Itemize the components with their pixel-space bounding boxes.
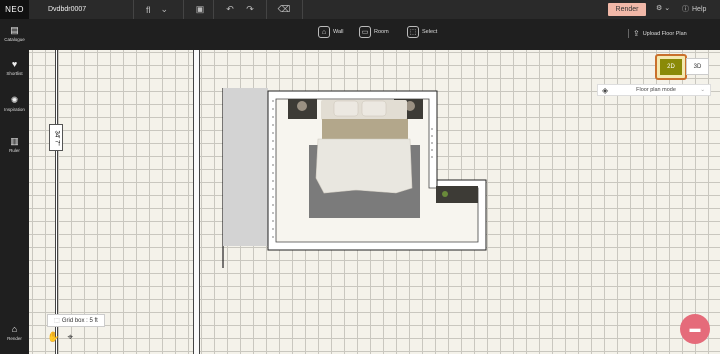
chat-icon: ▬ (689, 323, 701, 335)
bed-runner (322, 119, 408, 139)
grid-box-label: Grid box : 5 ft (61, 317, 98, 324)
view-2d-label: 2D (660, 59, 682, 75)
corridor-area[interactable] (223, 88, 268, 246)
floor-plan-drawing (222, 88, 487, 268)
chevron-down-icon: ⌄ (700, 87, 705, 93)
mode-label: Floor plan mode (636, 87, 676, 93)
view-2d-button[interactable]: 2D (655, 54, 687, 80)
lamp-left (297, 101, 307, 111)
grid-box-indicator[interactable]: ⬚ Grid box : 5 ft (47, 314, 105, 327)
pillow (361, 100, 387, 117)
chat-button[interactable]: ▬ (680, 314, 710, 344)
pan-hand-icon[interactable]: ✋ (47, 332, 59, 343)
pillow (333, 100, 359, 117)
layers-icon: ◈ (602, 85, 609, 95)
canvas-tools: ✋ ⌖ (47, 332, 73, 343)
plant (442, 191, 448, 197)
grid-icon: ⬚ (54, 318, 60, 324)
floor-plan-mode-select[interactable]: ◈ Floor plan mode ⌄ (597, 84, 711, 96)
recenter-icon[interactable]: ⌖ (67, 332, 73, 343)
bed[interactable] (315, 138, 413, 194)
view-3d-button[interactable]: 3D (686, 58, 709, 75)
